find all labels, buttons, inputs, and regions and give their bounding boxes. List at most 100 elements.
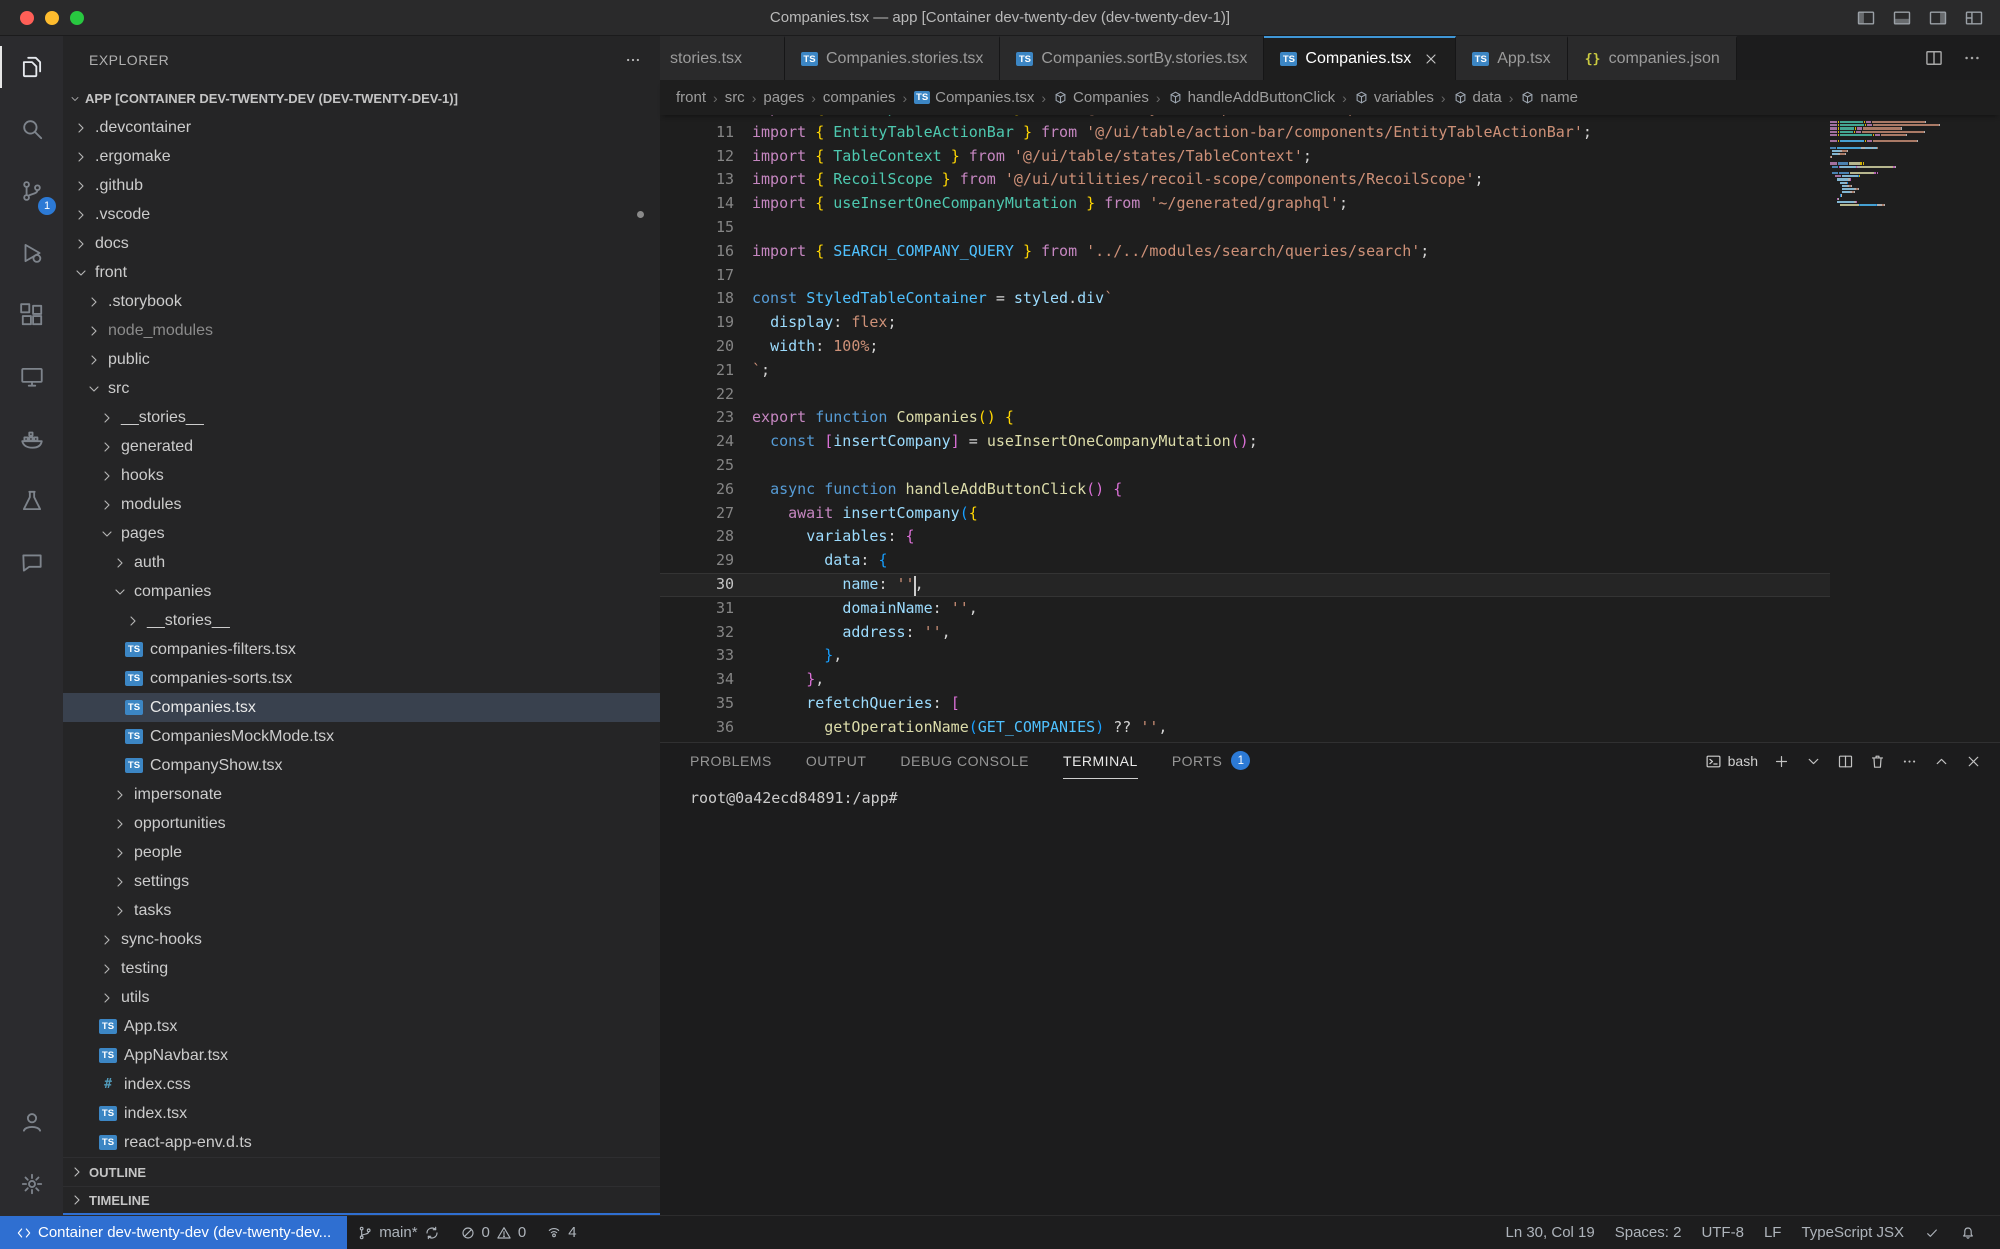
code-line-29[interactable]: 29 data: { [660, 549, 1830, 573]
code-line-16[interactable]: 16import { SEARCH_COMPANY_QUERY } from '… [660, 240, 1830, 264]
code-line-33[interactable]: 33 }, [660, 644, 1830, 668]
breadcrumb-item-handleAddButtonClick[interactable]: handleAddButtonClick [1168, 89, 1336, 106]
remote-indicator[interactable]: Container dev-twenty-dev (dev-twenty-dev… [0, 1216, 347, 1249]
tree-item-CompaniesMockMode.tsx[interactable]: TSCompaniesMockMode.tsx [63, 722, 660, 751]
activity-settings[interactable] [0, 1153, 63, 1215]
code-line-28[interactable]: 28 variables: { [660, 525, 1830, 549]
code-line-26[interactable]: 26 async function handleAddButtonClick()… [660, 478, 1830, 502]
new-terminal-button[interactable] [1773, 753, 1790, 770]
close-tab-button[interactable] [1423, 51, 1439, 67]
toggle-panel-button[interactable] [1892, 8, 1912, 28]
tab-App.tsx[interactable]: TSApp.tsx [1456, 36, 1567, 80]
activity-run-debug[interactable] [0, 222, 63, 284]
panel-tab-problems[interactable]: PROBLEMS [690, 743, 772, 779]
breadcrumb-item-Companies.tsx[interactable]: TSCompanies.tsx [914, 89, 1034, 106]
formatter-indicator[interactable] [1914, 1216, 1950, 1249]
code-line-19[interactable]: 19 display: flex; [660, 311, 1830, 335]
code-editor[interactable]: 10import { WithTopBarContainer } from '@… [660, 115, 2000, 742]
toggle-secondary-sidebar-button[interactable] [1928, 8, 1948, 28]
problems-indicator[interactable]: 0 0 [450, 1216, 537, 1249]
tree-item-people[interactable]: people [63, 838, 660, 867]
code-line-25[interactable]: 25 [660, 454, 1830, 478]
code-line-24[interactable]: 24 const [insertCompany] = useInsertOneC… [660, 430, 1830, 454]
tree-item-node_modules[interactable]: node_modules [63, 316, 660, 345]
kill-terminal-button[interactable] [1869, 753, 1886, 770]
branch-indicator[interactable]: main* [347, 1216, 449, 1249]
activity-accounts[interactable] [0, 1091, 63, 1153]
tab-Companies.sortBy.stories.tsx[interactable]: TSCompanies.sortBy.stories.tsx [1000, 36, 1264, 80]
tree-item-companies-filters.tsx[interactable]: TScompanies-filters.tsx [63, 635, 660, 664]
tree-item-companies-sorts.tsx[interactable]: TScompanies-sorts.tsx [63, 664, 660, 693]
breadcrumb-item-name[interactable]: name [1520, 89, 1578, 106]
tree-item-companies[interactable]: companies [63, 577, 660, 606]
tree-item-react-app-env.d.ts[interactable]: TSreact-app-env.d.ts [63, 1128, 660, 1157]
code-line-35[interactable]: 35 refetchQueries: [ [660, 692, 1830, 716]
sidebar-section-outline[interactable]: OUTLINE [63, 1157, 660, 1186]
activity-docker[interactable] [0, 408, 63, 470]
activity-extensions[interactable] [0, 284, 63, 346]
code-line-22[interactable]: 22 [660, 383, 1830, 407]
eol-indicator[interactable]: LF [1754, 1216, 1792, 1249]
encoding-indicator[interactable]: UTF-8 [1691, 1216, 1754, 1249]
tree-item-auth[interactable]: auth [63, 548, 660, 577]
code-line-18[interactable]: 18const StyledTableContainer = styled.di… [660, 287, 1830, 311]
code-line-12[interactable]: 12import { TableContext } from '@/ui/tab… [660, 145, 1830, 169]
code-line-32[interactable]: 32 address: '', [660, 621, 1830, 645]
code-line-15[interactable]: 15 [660, 216, 1830, 240]
tree-item-settings[interactable]: settings [63, 867, 660, 896]
tree-item-__stories__[interactable]: __stories__ [63, 606, 660, 635]
panel-tab-debug-console[interactable]: DEBUG CONSOLE [900, 743, 1029, 779]
zoom-window-button[interactable] [70, 11, 84, 25]
panel-tab-ports[interactable]: PORTS1 [1172, 743, 1250, 779]
tab-Companies.stories.tsx[interactable]: TSCompanies.stories.tsx [785, 36, 1000, 80]
close-window-button[interactable] [20, 11, 34, 25]
tree-item-.storybook[interactable]: .storybook [63, 287, 660, 316]
panel-more-actions-button[interactable] [1901, 753, 1918, 770]
tree-item-.ergomake[interactable]: .ergomake [63, 142, 660, 171]
tab-companies.json[interactable]: {}companies.json [1568, 36, 1737, 80]
breadcrumb-item-src[interactable]: src [725, 89, 745, 106]
tree-item-modules[interactable]: modules [63, 490, 660, 519]
tree-item-AppNavbar.tsx[interactable]: TSAppNavbar.tsx [63, 1041, 660, 1070]
tree-item-CompanyShow.tsx[interactable]: TSCompanyShow.tsx [63, 751, 660, 780]
tree-item-front[interactable]: front [63, 258, 660, 287]
ports-indicator[interactable]: 4 [536, 1216, 586, 1249]
indentation-indicator[interactable]: Spaces: 2 [1605, 1216, 1692, 1249]
close-panel-button[interactable] [1965, 753, 1982, 770]
tree-item-App.tsx[interactable]: TSApp.tsx [63, 1012, 660, 1041]
tree-item-tasks[interactable]: tasks [63, 896, 660, 925]
code-line-36[interactable]: 36 getOperationName(GET_COMPANIES) ?? ''… [660, 716, 1830, 740]
breadcrumb-item-pages[interactable]: pages [763, 89, 804, 106]
tree-item-.devcontainer[interactable]: .devcontainer [63, 113, 660, 142]
tree-item-.github[interactable]: .github [63, 171, 660, 200]
minimap[interactable] [1830, 115, 1990, 742]
breadcrumb-item-companies[interactable]: companies [823, 89, 896, 106]
explorer-more-actions-button[interactable] [624, 51, 642, 69]
breadcrumb-item-Companies[interactable]: Companies [1053, 89, 1149, 106]
tree-item-hooks[interactable]: hooks [63, 461, 660, 490]
breadcrumb-item-front[interactable]: front [676, 89, 706, 106]
tree-item-impersonate[interactable]: impersonate [63, 780, 660, 809]
tree-item-Companies.tsx[interactable]: TSCompanies.tsx [63, 693, 660, 722]
activity-explorer[interactable] [0, 36, 63, 98]
cursor-position-indicator[interactable]: Ln 30, Col 19 [1495, 1216, 1604, 1249]
notifications-indicator[interactable] [1950, 1216, 1986, 1249]
tree-item-__stories__[interactable]: __stories__ [63, 403, 660, 432]
code-line-31[interactable]: 31 domainName: '', [660, 597, 1830, 621]
toggle-primary-sidebar-button[interactable] [1856, 8, 1876, 28]
tree-item-index.tsx[interactable]: TSindex.tsx [63, 1099, 660, 1128]
workspace-section-header[interactable]: APP [CONTAINER DEV-TWENTY-DEV (DEV-TWENT… [63, 84, 660, 113]
code-line-17[interactable]: 17 [660, 264, 1830, 288]
breadcrumb-item-data[interactable]: data [1453, 89, 1502, 106]
activity-search[interactable] [0, 98, 63, 160]
code-line-23[interactable]: 23export function Companies() { [660, 406, 1830, 430]
split-terminal-button[interactable] [1837, 753, 1854, 770]
minimize-window-button[interactable] [45, 11, 59, 25]
sidebar-section-timeline[interactable]: TIMELINE [63, 1186, 660, 1215]
tree-item-.vscode[interactable]: .vscode [63, 200, 660, 229]
tree-item-public[interactable]: public [63, 345, 660, 374]
tree-item-docs[interactable]: docs [63, 229, 660, 258]
terminal-profile[interactable]: bash [1705, 753, 1758, 770]
code-line-13[interactable]: 13import { RecoilScope } from '@/ui/util… [660, 168, 1830, 192]
terminal-profiles-dropdown[interactable] [1805, 753, 1822, 770]
